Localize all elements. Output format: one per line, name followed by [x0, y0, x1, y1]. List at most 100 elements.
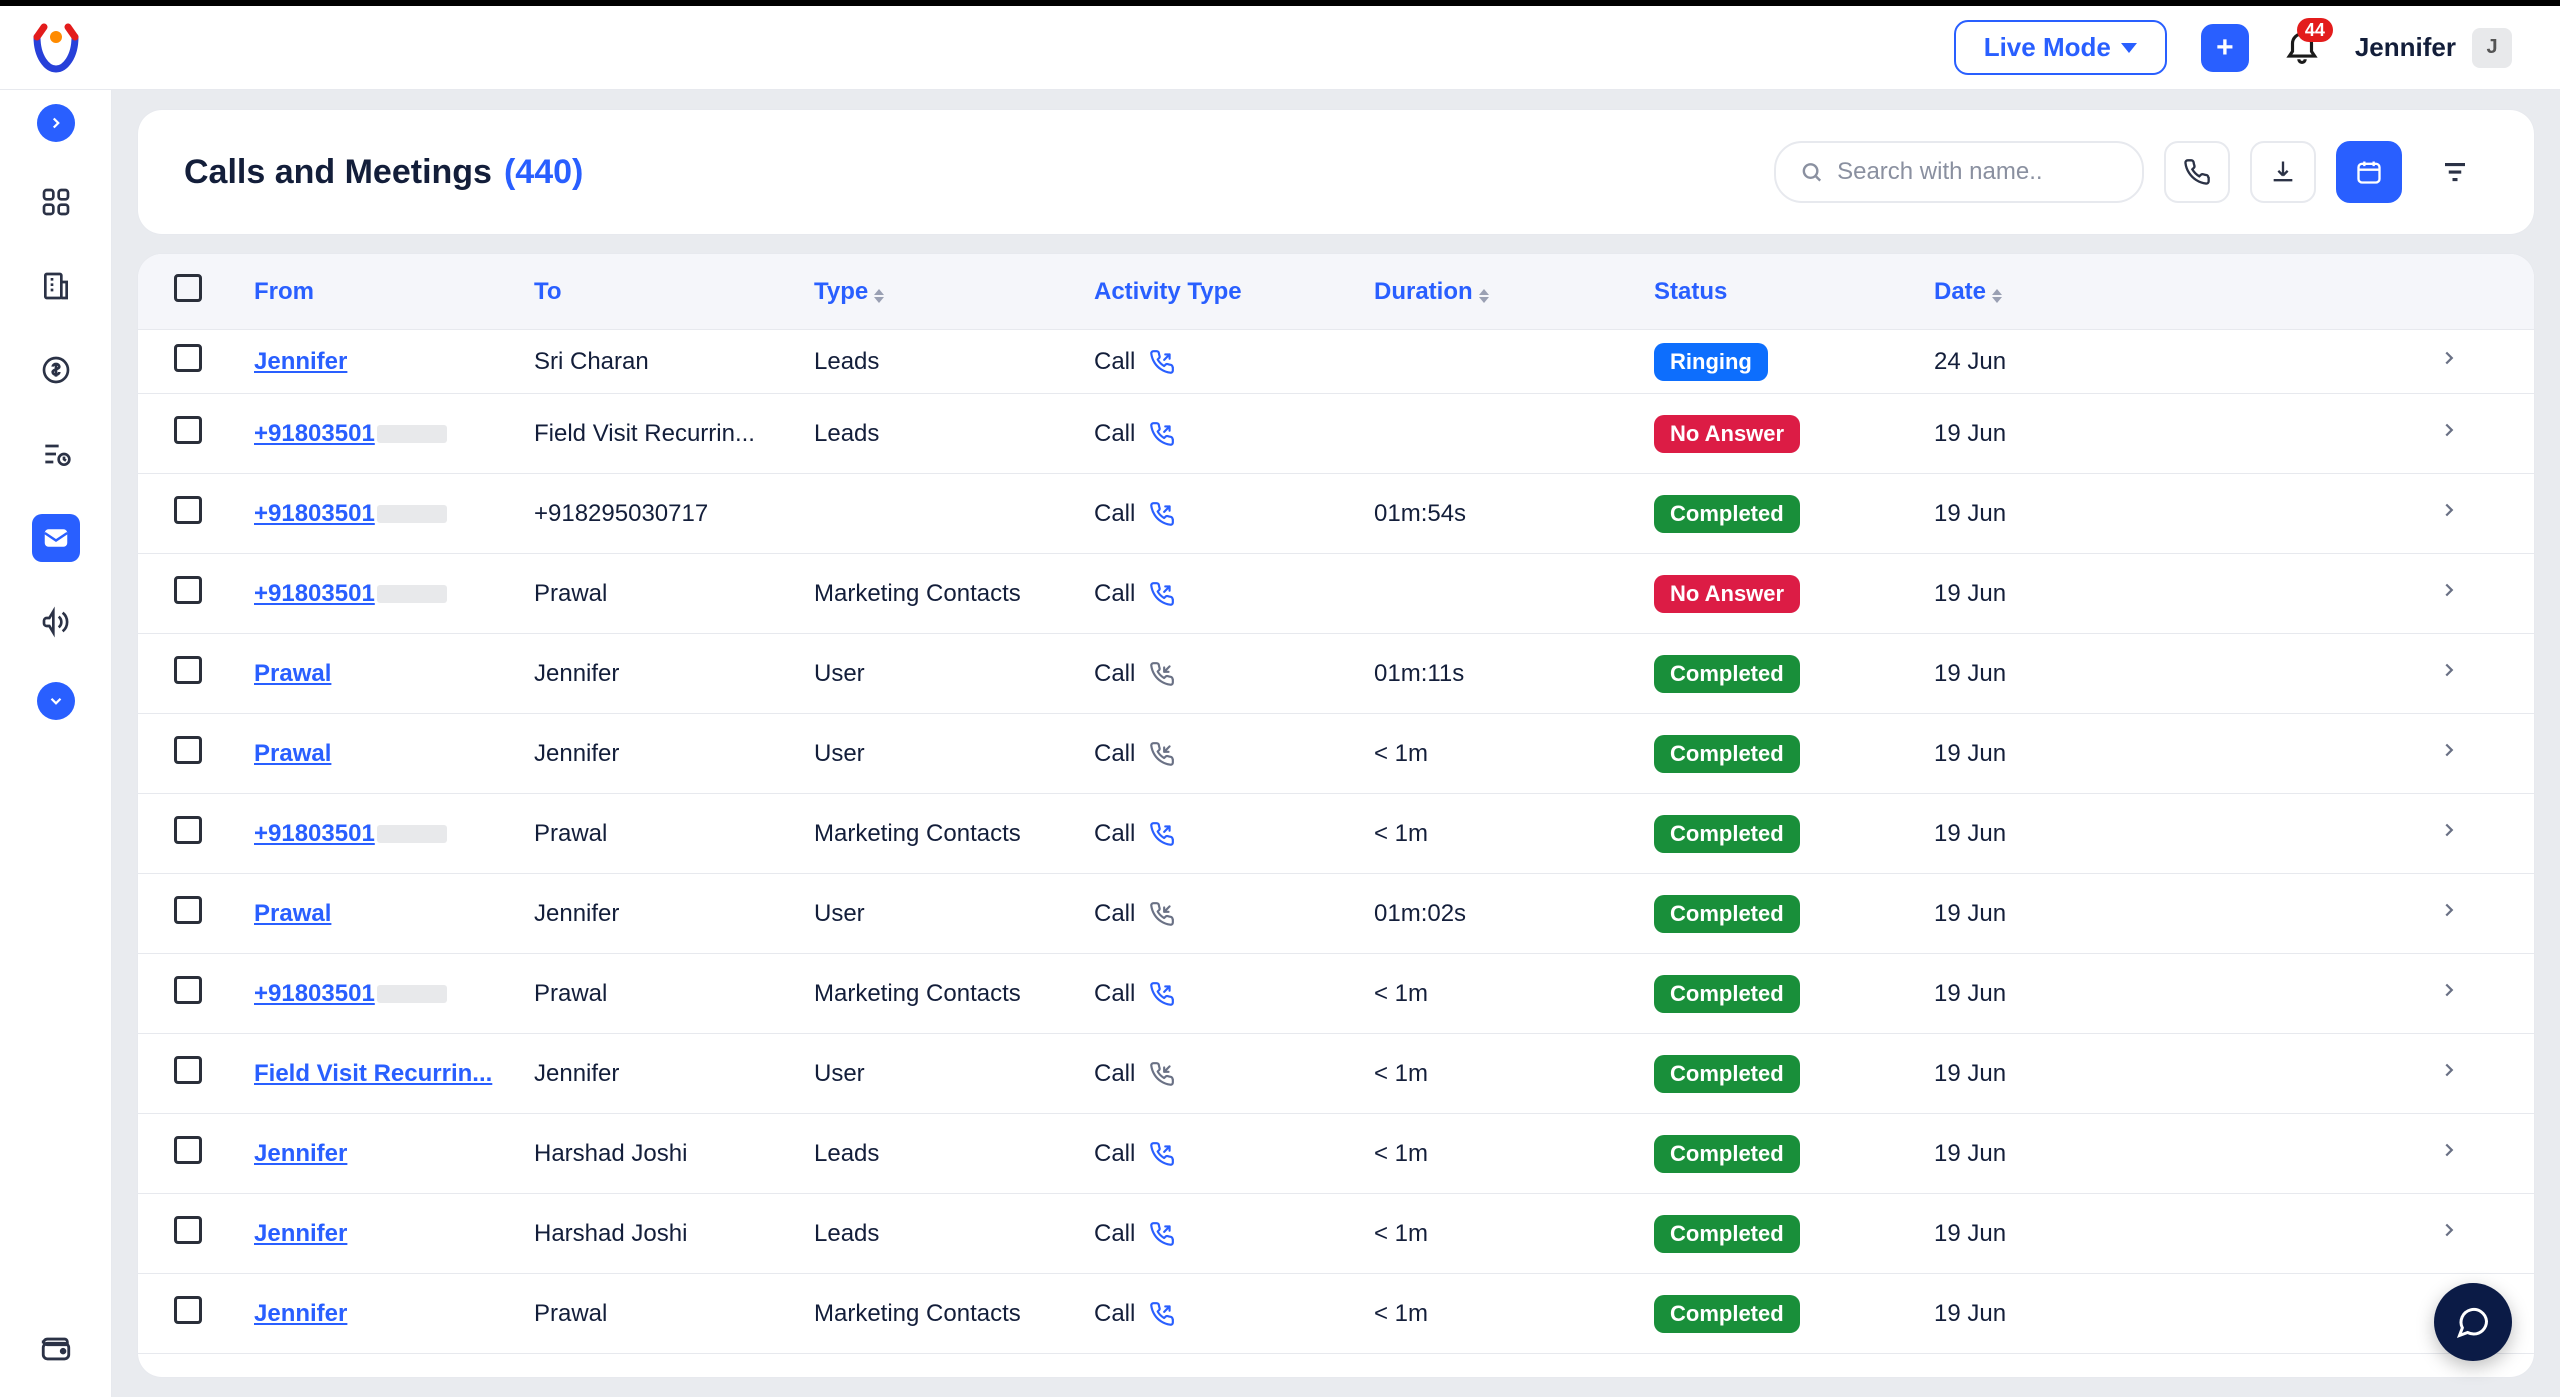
- col-activity-type[interactable]: Activity Type: [1094, 278, 1374, 306]
- col-duration[interactable]: Duration: [1374, 278, 1654, 306]
- from-link[interactable]: +91803501: [254, 580, 375, 607]
- from-link[interactable]: Jennifer: [254, 1300, 347, 1327]
- chevron-right-icon: [2438, 899, 2460, 921]
- select-all-checkbox[interactable]: [174, 274, 202, 302]
- row-checkbox[interactable]: [174, 344, 202, 372]
- row-expand-button[interactable]: [2438, 579, 2498, 608]
- row-checkbox[interactable]: [174, 496, 202, 524]
- row-checkbox[interactable]: [174, 656, 202, 684]
- sidebar-item-company[interactable]: [32, 262, 80, 310]
- row-expand-button[interactable]: [2438, 739, 2498, 768]
- col-from[interactable]: From: [254, 278, 534, 306]
- row-checkbox[interactable]: [174, 416, 202, 444]
- search-input-wrap[interactable]: [1774, 141, 2144, 203]
- activity-cell: Call: [1094, 348, 1374, 376]
- from-link[interactable]: +91803501: [254, 820, 375, 847]
- calendar-button[interactable]: [2336, 141, 2402, 203]
- sidebar-item-mail[interactable]: [32, 514, 80, 562]
- row-checkbox[interactable]: [174, 736, 202, 764]
- user-menu[interactable]: Jennifer J: [2355, 28, 2512, 68]
- call-outgoing-icon: [1149, 421, 1175, 447]
- app-logo[interactable]: [28, 20, 84, 76]
- type-cell: Marketing Contacts: [814, 580, 1094, 608]
- from-link[interactable]: Jennifer: [254, 348, 347, 375]
- row-checkbox[interactable]: [174, 1136, 202, 1164]
- duration-cell: < 1m: [1374, 1300, 1654, 1328]
- col-status[interactable]: Status: [1654, 278, 1934, 306]
- search-input[interactable]: [1835, 157, 2118, 187]
- row-checkbox[interactable]: [174, 976, 202, 1004]
- add-button[interactable]: +: [2201, 24, 2249, 72]
- row-checkbox[interactable]: [174, 1056, 202, 1084]
- from-link[interactable]: Prawal: [254, 740, 331, 767]
- duration-cell: 01m:54s: [1374, 500, 1654, 528]
- row-expand-button[interactable]: [2438, 419, 2498, 448]
- from-link[interactable]: +91803501: [254, 980, 375, 1007]
- from-link[interactable]: Jennifer: [254, 1220, 347, 1247]
- row-checkbox[interactable]: [174, 1296, 202, 1324]
- status-badge: Completed: [1654, 895, 1800, 933]
- row-expand-button[interactable]: [2438, 899, 2498, 928]
- sidebar-item-campaigns[interactable]: [32, 598, 80, 646]
- status-badge: Ringing: [1654, 343, 1768, 381]
- sidebar-more-button[interactable]: [37, 682, 75, 720]
- grid-icon: [40, 186, 72, 218]
- row-checkbox[interactable]: [174, 1216, 202, 1244]
- to-cell: Jennifer: [534, 660, 814, 688]
- chevron-down-icon: [47, 692, 65, 710]
- from-link[interactable]: Field Visit Recurrin...: [254, 1060, 492, 1087]
- type-cell: Leads: [814, 420, 1094, 448]
- status-badge: Completed: [1654, 495, 1800, 533]
- col-date[interactable]: Date: [1934, 278, 2438, 306]
- date-cell: 19 Jun: [1934, 900, 2438, 928]
- sidebar-item-dashboard[interactable]: [32, 178, 80, 226]
- chevron-right-icon: [2438, 979, 2460, 1001]
- from-link[interactable]: Prawal: [254, 660, 331, 687]
- row-expand-button[interactable]: [2438, 1139, 2498, 1168]
- date-cell: 24 Jun: [1934, 348, 2438, 376]
- dollar-icon: [40, 354, 72, 386]
- status-badge: Completed: [1654, 655, 1800, 693]
- chat-fab[interactable]: [2434, 1283, 2512, 1361]
- row-expand-button[interactable]: [2438, 819, 2498, 848]
- notification-badge: 44: [2297, 18, 2333, 42]
- call-outgoing-icon: [1149, 1301, 1175, 1327]
- phone-button[interactable]: [2164, 141, 2230, 203]
- sidebar-expand-button[interactable]: [37, 104, 75, 142]
- col-to[interactable]: To: [534, 278, 814, 306]
- col-type[interactable]: Type: [814, 278, 1094, 306]
- download-button[interactable]: [2250, 141, 2316, 203]
- notifications-button[interactable]: 44: [2283, 26, 2321, 69]
- sidebar-item-wallet[interactable]: [32, 1325, 80, 1373]
- live-mode-dropdown[interactable]: Live Mode: [1954, 20, 2167, 75]
- row-expand-button[interactable]: [2438, 979, 2498, 1008]
- table-row: +91803501 +918295030717 Call 01m:54s Com…: [138, 474, 2534, 554]
- from-link[interactable]: +91803501: [254, 420, 375, 447]
- to-cell: Sri Charan: [534, 348, 814, 376]
- call-outgoing-icon: [1149, 1221, 1175, 1247]
- user-name: Jennifer: [2355, 32, 2456, 63]
- from-link[interactable]: +91803501: [254, 500, 375, 527]
- from-link[interactable]: Prawal: [254, 900, 331, 927]
- status-badge: Completed: [1654, 1295, 1800, 1333]
- row-checkbox[interactable]: [174, 816, 202, 844]
- row-expand-button[interactable]: [2438, 499, 2498, 528]
- row-expand-button[interactable]: [2438, 347, 2498, 376]
- activity-cell: Call: [1094, 980, 1374, 1008]
- row-expand-button[interactable]: [2438, 1219, 2498, 1248]
- duration-cell: < 1m: [1374, 1060, 1654, 1088]
- type-cell: Leads: [814, 348, 1094, 376]
- from-link[interactable]: Jennifer: [254, 1140, 347, 1167]
- date-cell: 19 Jun: [1934, 1060, 2438, 1088]
- chevron-right-icon: [2438, 419, 2460, 441]
- sidebar-item-tasks[interactable]: [32, 430, 80, 478]
- row-checkbox[interactable]: [174, 896, 202, 924]
- activity-cell: Call: [1094, 500, 1374, 528]
- sidebar-item-billing[interactable]: [32, 346, 80, 394]
- filter-button[interactable]: [2422, 141, 2488, 203]
- type-cell: Leads: [814, 1140, 1094, 1168]
- row-expand-button[interactable]: [2438, 659, 2498, 688]
- row-expand-button[interactable]: [2438, 1059, 2498, 1088]
- row-checkbox[interactable]: [174, 576, 202, 604]
- status-badge: Completed: [1654, 975, 1800, 1013]
